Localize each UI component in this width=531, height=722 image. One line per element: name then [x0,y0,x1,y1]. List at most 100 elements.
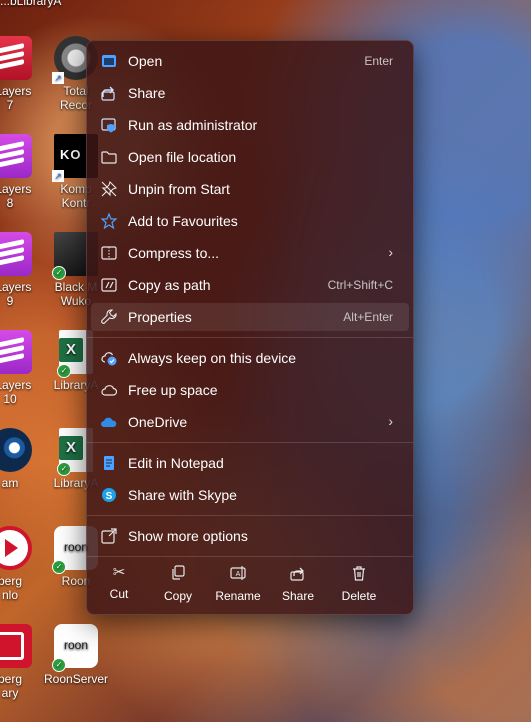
shortcut-arrow-icon: ↗ [52,72,64,84]
menu-item-share[interactable]: Share [91,79,409,107]
unpin-icon [101,181,117,197]
layers-app-icon [0,330,32,374]
wrench-icon [101,309,117,325]
menu-item-label: Unpin from Start [128,181,230,197]
notepad-icon [101,455,117,471]
menu-item-label: Add to Favourites [128,213,238,229]
menu-item-add-to-favourites[interactable]: Add to Favourites [91,207,409,235]
menu-item-open-file-location[interactable]: Open file location [91,143,409,171]
copy-path-icon [101,277,117,293]
desktop-icon-layers-7[interactable]: aLayers 7 [0,36,42,112]
desktop-icon-layers-9[interactable]: aLayers 9 [0,232,42,308]
sync-check-icon: ✓ [52,560,66,574]
menu-item-label: Always keep on this device [128,350,297,366]
svg-text:S: S [106,491,113,502]
desktop-icon-layers-8[interactable]: aLayers 8 [0,134,42,210]
desktop-top-strip: ...bLibraryA [0,0,62,8]
desktop-icon-layers-10[interactable]: aLayers 10 [0,330,42,406]
copy-icon [148,565,208,585]
shield-icon [101,117,117,133]
layers-app-icon [0,134,32,178]
desktop-icon-roonserver[interactable]: roon ✓ RoonServer [44,624,108,686]
trash-icon [329,565,389,585]
quick-action-label: Delete [341,589,377,603]
share-button[interactable]: Share [268,563,328,603]
desktop-icon-label: aLayers [0,84,32,98]
menu-item-compress-to[interactable]: Compress to... › [91,239,409,267]
menu-item-run-as-admin[interactable]: Run as administrator [91,111,409,139]
desktop-icon-label: am [1,476,19,490]
menu-item-shortcut: Alt+Enter [343,310,393,324]
quick-action-label: Share [281,589,315,603]
desktop-icon-label: aLayers [0,280,32,294]
menu-item-show-more-options[interactable]: Show more options [91,522,409,550]
desktop-icon-label: aLayers [0,182,32,196]
folder-icon [101,149,117,165]
chevron-right-icon: › [388,244,393,260]
menu-item-label: Show more options [128,528,248,544]
menu-item-shortcut: Ctrl+Shift+C [327,278,393,292]
menu-item-label: Compress to... [128,245,220,261]
desktop-icon-label: 10 [3,392,17,406]
menu-separator [87,337,413,338]
menu-item-properties[interactable]: Properties Alt+Enter [91,303,409,331]
cloud-icon [101,382,117,398]
desktop-icon-label: nlo [1,588,18,602]
desktop-icon-bloomberg-library[interactable]: berg ary [0,624,42,700]
scissors-icon: ✂ [112,564,126,581]
copy-button[interactable]: Copy [148,563,208,603]
quick-action-label: Rename [215,589,261,603]
sync-check-icon: ✓ [57,364,71,378]
menu-item-label: Share [128,85,166,101]
more-options-icon [101,528,117,544]
rename-icon: A [208,565,268,585]
desktop-icon-label: 9 [6,294,14,308]
desktop-icon-steam[interactable]: am [0,428,42,490]
rename-button[interactable]: A Rename [208,563,268,603]
star-icon [101,213,117,229]
menu-separator [87,442,413,443]
cloud-keep-icon [101,350,117,366]
onedrive-icon [101,414,117,430]
desktop-icon-label: 7 [6,98,14,112]
menu-item-copy-as-path[interactable]: Copy as path Ctrl+Shift+C [91,271,409,299]
menu-separator [87,556,413,557]
menu-item-label: Run as administrator [128,117,258,133]
menu-item-shortcut: Enter [364,54,393,68]
menu-item-share-with-skype[interactable]: S Share with Skype [91,481,409,509]
desktop-icon-label: RoonServer [44,672,109,686]
menu-separator [87,515,413,516]
menu-item-open[interactable]: Open Enter [91,47,409,75]
menu-item-label: Edit in Notepad [128,455,224,471]
zip-icon [101,245,117,261]
shortcut-arrow-icon: ↗ [52,170,64,182]
play-app-icon [0,526,32,570]
open-icon [101,53,117,69]
desktop-icon-label: berg [0,672,23,686]
cut-button[interactable]: ✂ Cut [89,563,149,601]
menu-item-label: Properties [128,309,192,325]
steam-icon [0,428,32,472]
menu-item-onedrive[interactable]: OneDrive › [91,408,409,436]
desktop-icon-bloomberg[interactable]: berg nlo [0,526,42,602]
menu-item-free-up-space[interactable]: Free up space [91,376,409,404]
menu-item-label: Free up space [128,382,218,398]
desktop-icon-label: 8 [6,196,14,210]
menu-item-edit-in-notepad[interactable]: Edit in Notepad [91,449,409,477]
sync-check-icon: ✓ [57,462,71,476]
context-menu: Open Enter Share Run as administrator Op… [86,40,414,615]
menu-item-unpin-from-start[interactable]: Unpin from Start [91,175,409,203]
menu-item-label: Copy as path [128,277,211,293]
layers-app-icon [0,36,32,80]
share-icon [268,565,328,585]
menu-item-always-keep[interactable]: Always keep on this device [91,344,409,372]
quick-action-label: Copy [163,589,192,603]
share-icon [101,85,117,101]
skype-icon: S [101,487,117,503]
library-app-icon [0,624,32,668]
desktop-icon-label: ary [1,686,19,700]
desktop-icon-label: berg [0,574,23,588]
roon-app-icon: roon ✓ [52,624,98,672]
delete-button[interactable]: Delete [329,563,389,603]
layers-app-icon [0,232,32,276]
